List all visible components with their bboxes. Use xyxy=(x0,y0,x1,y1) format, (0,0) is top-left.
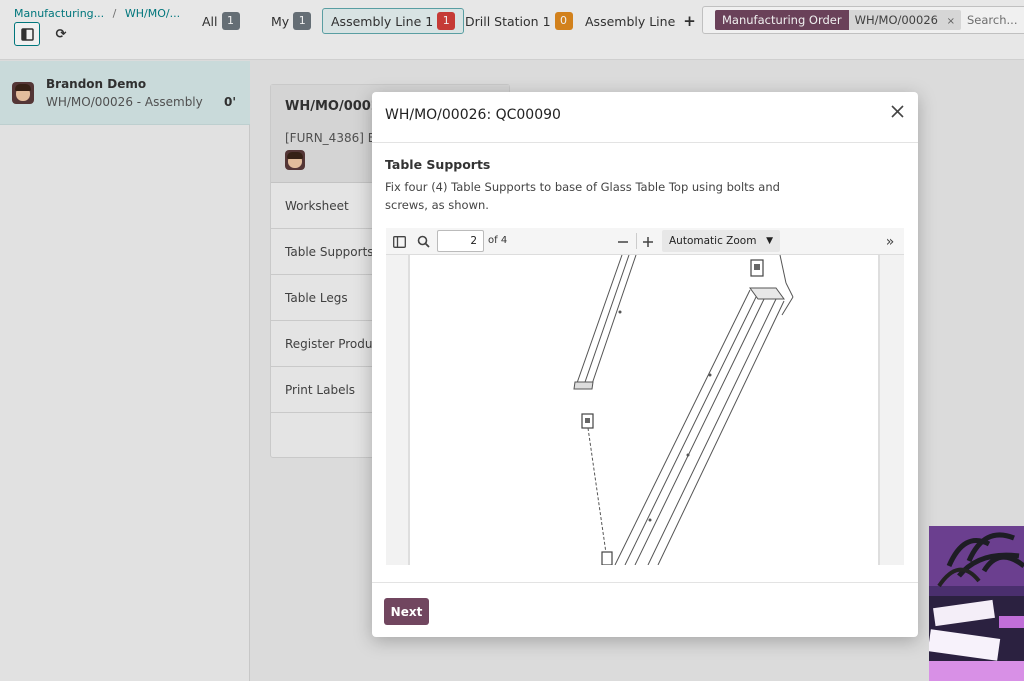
assembly-drawing xyxy=(573,255,794,565)
pdf-toolbar: of 4 Automatic Zoom ▼ » xyxy=(386,228,904,255)
step-description: Fix four (4) Table Supports to base of G… xyxy=(385,180,780,212)
close-icon[interactable] xyxy=(888,102,908,122)
zoom-out-icon xyxy=(618,240,628,243)
step-title: Table Supports xyxy=(385,157,491,172)
dialog-header: WH/MO/00026: QC00090 xyxy=(372,92,918,143)
sidebar-toggle-icon xyxy=(392,235,406,248)
zoom-in-button[interactable] xyxy=(638,232,658,251)
next-button[interactable]: Next xyxy=(384,598,429,625)
pdf-viewer[interactable] xyxy=(386,255,904,565)
dialog-footer: Next xyxy=(372,582,918,637)
dialog-title: WH/MO/00026: QC00090 xyxy=(385,107,561,123)
webcam-preview xyxy=(929,526,1024,681)
sidebar-toggle-button[interactable] xyxy=(389,232,409,251)
zoom-out-button[interactable] xyxy=(613,232,633,251)
pdf-page xyxy=(408,255,880,565)
zoom-in-icon xyxy=(643,236,653,247)
pdf-search-button[interactable] xyxy=(413,232,433,251)
quality-check-dialog: WH/MO/00026: QC00090 Table Supports Fix … xyxy=(372,92,918,637)
more-tools-button[interactable]: » xyxy=(880,232,900,251)
page-number-input[interactable] xyxy=(437,230,484,252)
zoom-select-value: Automatic Zoom xyxy=(669,235,757,247)
zoom-separator xyxy=(636,233,637,249)
webcam-image xyxy=(929,526,1024,681)
page-count-label: of 4 xyxy=(488,235,508,246)
chevron-down-icon: ▼ xyxy=(766,236,773,246)
search-icon xyxy=(417,235,430,248)
more-tools-icon: » xyxy=(885,233,895,250)
zoom-select[interactable]: Automatic Zoom ▼ xyxy=(662,230,780,252)
